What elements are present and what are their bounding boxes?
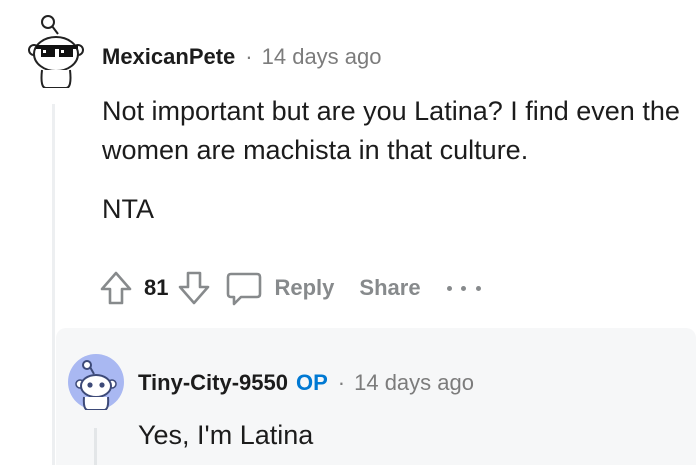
reply-meta: Tiny-City-9550 OP · 14 days ago: [138, 370, 474, 396]
comment-icon[interactable]: [224, 268, 264, 308]
comment-username[interactable]: MexicanPete: [102, 44, 235, 70]
comment-paragraph: NTA: [102, 194, 154, 225]
upvote-icon[interactable]: [98, 268, 134, 308]
comment-actions: 81 Reply Share: [98, 266, 481, 310]
meta-separator: ·: [245, 44, 253, 69]
op-badge: OP: [295, 370, 328, 395]
meta-separator: ·: [337, 370, 346, 395]
reply-age[interactable]: 14 days ago: [354, 370, 474, 396]
share-button[interactable]: Share: [359, 275, 420, 301]
reply-username[interactable]: Tiny-City-9550: [138, 370, 288, 396]
vote-score: 81: [144, 275, 169, 300]
more-icon[interactable]: [446, 278, 481, 298]
comment-age[interactable]: 14 days ago: [262, 44, 382, 70]
reply-avatar[interactable]: [68, 354, 124, 410]
downvote-icon[interactable]: [176, 268, 212, 308]
reply-thread-line[interactable]: [94, 428, 97, 465]
reply-button[interactable]: Reply: [274, 275, 334, 301]
comment-body: Not important but are you Latina? I find…: [102, 92, 692, 249]
thread-line[interactable]: [52, 104, 55, 465]
reply-body: Yes, I'm Latina: [138, 420, 314, 450]
comment-meta: MexicanPete · 14 days ago: [102, 44, 382, 70]
comment-paragraph: Not important but are you Latina? I find…: [102, 96, 680, 166]
user-avatar[interactable]: [24, 12, 88, 88]
